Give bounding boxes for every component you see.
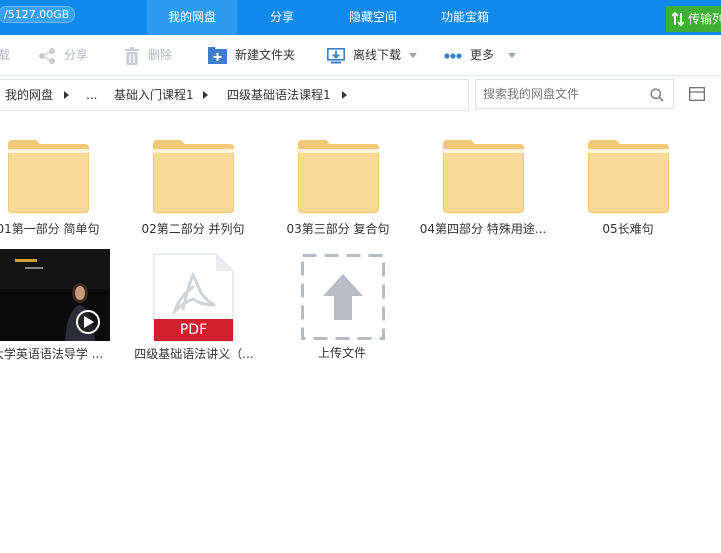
folder-icon bbox=[588, 140, 669, 213]
nav-my-disk[interactable]: 我的网盘 bbox=[147, 0, 237, 35]
storage-quota: /5127.00GB bbox=[0, 6, 76, 23]
video-thumbnail bbox=[0, 249, 110, 341]
share-label: 分享 bbox=[64, 48, 89, 62]
item-label: 01第一部分 简单句 bbox=[0, 222, 100, 236]
chevron-down-icon bbox=[409, 53, 418, 58]
new-folder-icon bbox=[208, 47, 227, 64]
breadcrumb-item-current[interactable]: 四级基础语法课程1 bbox=[227, 80, 331, 110]
new-folder-label: 新建文件夹 bbox=[235, 48, 296, 62]
upload-item[interactable]: 上传文件 bbox=[277, 254, 407, 364]
share-button[interactable]: 分享 bbox=[38, 35, 88, 75]
transfer-icon bbox=[671, 11, 685, 27]
breadcrumb: 我的网盘 ... 基础入门课程1 四级基础语法课程1 bbox=[0, 79, 469, 111]
folder-icon bbox=[153, 140, 234, 213]
item-label: 四级基础语法讲义（... bbox=[134, 347, 254, 361]
toolbar: 载 分享 删除 新建文件夹 离线下载 更多 bbox=[0, 35, 721, 76]
folder-icon bbox=[443, 140, 524, 213]
item-label: 上传文件 bbox=[317, 346, 366, 360]
pdf-item[interactable]: PDF 四级基础语法讲义（... bbox=[129, 253, 259, 363]
download-button[interactable]: 载 bbox=[0, 35, 10, 75]
offline-download-button[interactable]: 离线下载 bbox=[327, 35, 418, 75]
folder-item[interactable]: 02第二部分 并列句 bbox=[128, 138, 258, 238]
breadcrumb-item-root[interactable]: 我的网盘 bbox=[5, 80, 53, 110]
new-folder-button[interactable]: 新建文件夹 bbox=[208, 35, 295, 75]
more-label: 更多 bbox=[470, 48, 495, 62]
upload-icon bbox=[301, 254, 385, 340]
breadcrumb-arrow-icon bbox=[203, 91, 208, 99]
breadcrumb-item-ellipsis[interactable]: ... bbox=[86, 80, 97, 110]
delete-button[interactable]: 删除 bbox=[124, 35, 172, 75]
nav-hidden-space[interactable]: 隐藏空间 bbox=[327, 0, 419, 35]
breadcrumb-arrow-icon bbox=[342, 91, 347, 99]
delete-label: 删除 bbox=[148, 48, 173, 62]
folder-item[interactable]: 01第一部分 简单句 bbox=[0, 138, 113, 238]
item-label: 02第二部分 并列句 bbox=[141, 222, 245, 236]
item-label: 03第三部分 复合句 bbox=[286, 222, 390, 236]
item-label: 大学英语语法导学 ... bbox=[0, 347, 104, 361]
top-bar: /5127.00GB 我的网盘 分享 隐藏空间 功能宝箱 传输列表 bbox=[0, 0, 721, 35]
more-button[interactable]: 更多 bbox=[444, 35, 517, 75]
folder-item[interactable]: 05长难句 bbox=[563, 138, 693, 238]
pdf-badge: PDF bbox=[179, 322, 208, 338]
folder-item[interactable]: 03第三部分 复合句 bbox=[273, 138, 403, 238]
item-label: 05长难句 bbox=[602, 222, 654, 236]
offline-download-icon bbox=[327, 47, 345, 63]
nav-toolbox[interactable]: 功能宝箱 bbox=[419, 0, 511, 35]
more-icon bbox=[444, 52, 462, 59]
list-view-icon[interactable] bbox=[689, 87, 705, 101]
breadcrumb-item-course[interactable]: 基础入门课程1 bbox=[114, 80, 194, 110]
nav-share[interactable]: 分享 bbox=[237, 0, 327, 35]
search-input[interactable] bbox=[483, 86, 643, 102]
search-box bbox=[475, 79, 674, 109]
folder-icon bbox=[8, 140, 89, 213]
offline-download-label: 离线下载 bbox=[353, 48, 402, 62]
share-icon bbox=[39, 47, 55, 64]
transfer-label: 传输列表 bbox=[688, 12, 721, 26]
folder-item[interactable]: 04第四部分 特殊用途... bbox=[418, 138, 548, 238]
search-icon[interactable] bbox=[650, 88, 664, 102]
breadcrumb-arrow-icon bbox=[64, 91, 69, 99]
trash-icon bbox=[125, 46, 139, 65]
video-item[interactable]: 大学英语语法导学 ... bbox=[0, 249, 115, 364]
folder-icon bbox=[298, 140, 379, 213]
item-label: 04第四部分 特殊用途... bbox=[419, 222, 547, 236]
chevron-down-icon bbox=[508, 53, 517, 58]
transfer-list-button[interactable]: 传输列表 bbox=[666, 6, 721, 32]
